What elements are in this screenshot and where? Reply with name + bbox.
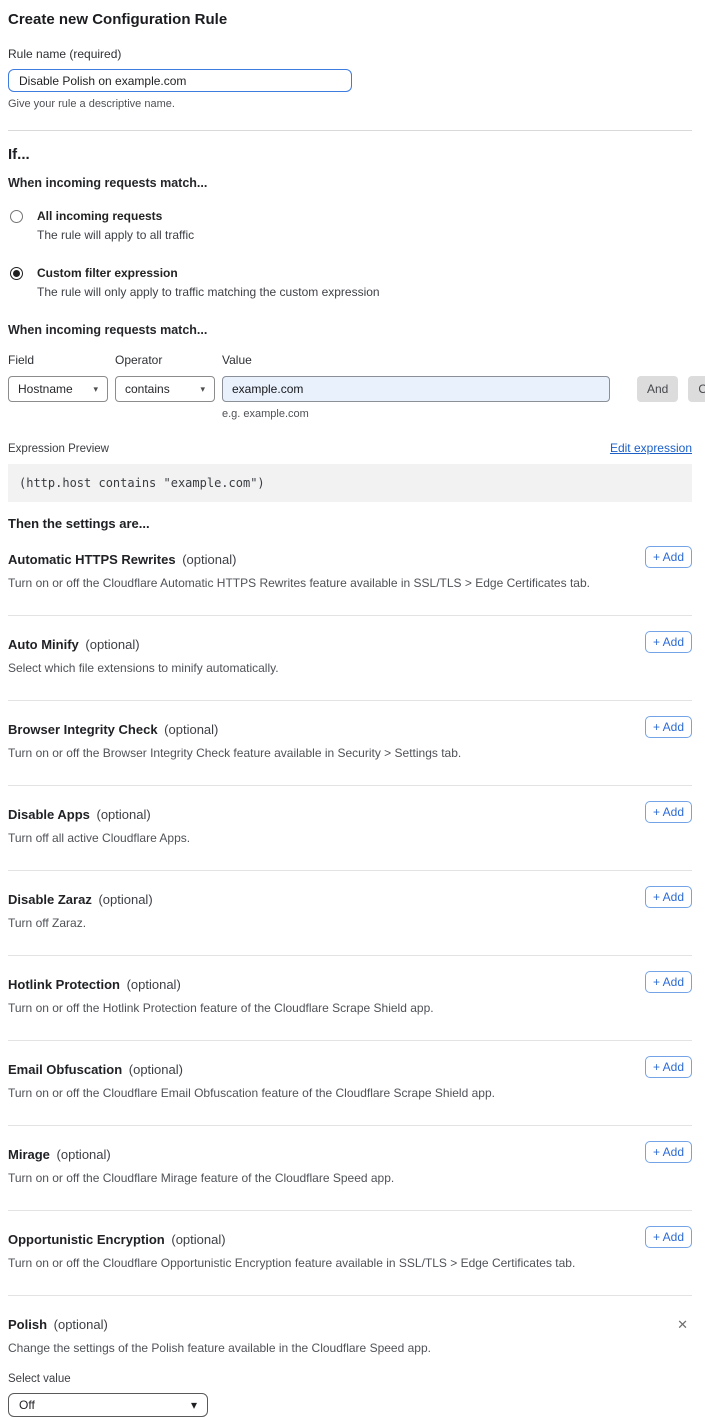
- value-column: Value: [222, 353, 610, 402]
- chevron-down-icon: ▾: [93, 384, 98, 395]
- field-label: Field: [8, 353, 108, 367]
- setting-description: Turn on or off the Browser Integrity Che…: [8, 746, 692, 760]
- setting-item-polish: Polish (optional) Change the settings of…: [8, 1296, 692, 1417]
- setting-item-browser-integrity-check: Browser Integrity Check (optional) Turn …: [8, 701, 692, 786]
- value-label: Value: [222, 353, 610, 367]
- configuration-rule-form: Create new Configuration Rule Rule name …: [0, 0, 705, 1417]
- radio-label: All incoming requests: [37, 209, 194, 223]
- expression-preview-label: Expression Preview: [8, 443, 109, 455]
- setting-item-auto-minify: Auto Minify (optional) Select which file…: [8, 616, 692, 701]
- setting-optional-label: (optional): [127, 977, 181, 992]
- setting-item-email-obfuscation: Email Obfuscation (optional) Turn on or …: [8, 1041, 692, 1126]
- match-type-radio-group: All incoming requests The rule will appl…: [8, 209, 692, 299]
- setting-description: Turn on or off the Cloudflare Opportunis…: [8, 1256, 692, 1270]
- setting-item-disable-apps: Disable Apps (optional) Turn off all act…: [8, 786, 692, 871]
- setting-name: Hotlink Protection: [8, 977, 120, 992]
- setting-optional-label: (optional): [54, 1317, 108, 1332]
- expression-builder-heading: When incoming requests match...: [8, 323, 692, 337]
- or-button[interactable]: Or: [688, 376, 705, 402]
- add-setting-button[interactable]: + Add: [645, 716, 692, 738]
- setting-optional-label: (optional): [164, 722, 218, 737]
- setting-optional-label: (optional): [85, 637, 139, 652]
- setting-item-disable-zaraz: Disable Zaraz (optional) Turn off Zaraz.…: [8, 871, 692, 956]
- polish-value-select[interactable]: Off ▾: [8, 1393, 208, 1417]
- radio-button-icon[interactable]: [10, 210, 23, 223]
- radio-option-all-incoming-requests[interactable]: All incoming requests The rule will appl…: [8, 209, 692, 242]
- field-column: Field Hostname ▾: [8, 353, 108, 402]
- setting-name: Automatic HTTPS Rewrites: [8, 552, 176, 567]
- polish-select-value: Off: [19, 1398, 35, 1412]
- add-setting-button[interactable]: + Add: [645, 1056, 692, 1078]
- if-heading: If...: [8, 146, 692, 163]
- setting-item-opportunistic-encryption: Opportunistic Encryption (optional) Turn…: [8, 1211, 692, 1296]
- setting-name: Disable Apps: [8, 807, 90, 822]
- section-divider: [8, 130, 692, 131]
- add-setting-button[interactable]: + Add: [645, 801, 692, 823]
- close-icon[interactable]: ✕: [677, 1318, 688, 1331]
- setting-name: Disable Zaraz: [8, 892, 92, 907]
- setting-name: Opportunistic Encryption: [8, 1232, 165, 1247]
- radio-button-icon[interactable]: [10, 267, 23, 280]
- add-setting-button[interactable]: + Add: [645, 631, 692, 653]
- operator-select[interactable]: contains ▾: [115, 376, 215, 402]
- setting-description: Turn off Zaraz.: [8, 916, 692, 930]
- rule-name-helper: Give your rule a descriptive name.: [8, 98, 692, 110]
- field-select-value: Hostname: [18, 382, 73, 396]
- add-setting-button[interactable]: + Add: [645, 971, 692, 993]
- setting-item-hotlink-protection: Hotlink Protection (optional) Turn on or…: [8, 956, 692, 1041]
- setting-optional-label: (optional): [129, 1062, 183, 1077]
- incoming-requests-match-heading: When incoming requests match...: [8, 176, 692, 190]
- page-title: Create new Configuration Rule: [8, 11, 692, 28]
- radio-label: Custom filter expression: [37, 266, 380, 280]
- expression-builder-row: Field Hostname ▾ Operator contains ▾ Val…: [8, 353, 692, 402]
- setting-description: Turn off all active Cloudflare Apps.: [8, 831, 692, 845]
- select-value-label: Select value: [8, 1373, 692, 1385]
- radio-description: The rule will only apply to traffic matc…: [37, 285, 380, 299]
- operator-select-value: contains: [125, 382, 170, 396]
- chevron-down-icon: ▾: [200, 384, 205, 395]
- expression-code-text: (http.host contains "example.com"): [19, 476, 265, 490]
- setting-name: Browser Integrity Check: [8, 722, 158, 737]
- add-setting-button[interactable]: + Add: [645, 886, 692, 908]
- setting-name: Email Obfuscation: [8, 1062, 122, 1077]
- value-input[interactable]: [222, 376, 610, 402]
- chevron-down-icon: ▾: [191, 1398, 197, 1412]
- setting-optional-label: (optional): [98, 892, 152, 907]
- setting-description: Turn on or off the Hotlink Protection fe…: [8, 1001, 692, 1015]
- expression-preview-code: (http.host contains "example.com"): [8, 464, 692, 502]
- operator-column: Operator contains ▾: [115, 353, 215, 402]
- add-setting-button[interactable]: + Add: [645, 1141, 692, 1163]
- setting-description: Turn on or off the Cloudflare Email Obfu…: [8, 1086, 692, 1100]
- rule-name-group: Rule name (required) Give your rule a de…: [8, 47, 692, 110]
- setting-optional-label: (optional): [57, 1147, 111, 1162]
- field-select[interactable]: Hostname ▾: [8, 376, 108, 402]
- setting-description: Turn on or off the Cloudflare Mirage fea…: [8, 1171, 692, 1185]
- settings-heading: Then the settings are...: [8, 516, 692, 531]
- setting-item-automatic-https-rewrites: Automatic HTTPS Rewrites (optional) Turn…: [8, 531, 692, 616]
- setting-name: Polish: [8, 1317, 47, 1332]
- setting-optional-label: (optional): [97, 807, 151, 822]
- setting-item-mirage: Mirage (optional) Turn on or off the Clo…: [8, 1126, 692, 1211]
- add-setting-button[interactable]: + Add: [645, 1226, 692, 1248]
- rule-name-input[interactable]: [8, 69, 352, 92]
- setting-name: Mirage: [8, 1147, 50, 1162]
- conjunction-buttons: And Or: [627, 376, 705, 402]
- setting-optional-label: (optional): [171, 1232, 225, 1247]
- rule-name-label: Rule name (required): [8, 47, 692, 61]
- edit-expression-link[interactable]: Edit expression: [610, 441, 692, 455]
- setting-description: Turn on or off the Cloudflare Automatic …: [8, 576, 692, 590]
- radio-option-custom-filter-expression[interactable]: Custom filter expression The rule will o…: [8, 266, 692, 299]
- add-setting-button[interactable]: + Add: [645, 546, 692, 568]
- and-button[interactable]: And: [637, 376, 678, 402]
- setting-description: Select which file extensions to minify a…: [8, 661, 692, 675]
- expression-preview-header: Expression Preview Edit expression: [8, 441, 692, 455]
- setting-optional-label: (optional): [182, 552, 236, 567]
- value-helper: e.g. example.com: [222, 408, 692, 420]
- radio-description: The rule will apply to all traffic: [37, 228, 194, 242]
- setting-description: Change the settings of the Polish featur…: [8, 1341, 692, 1355]
- operator-label: Operator: [115, 353, 215, 367]
- setting-name: Auto Minify: [8, 637, 79, 652]
